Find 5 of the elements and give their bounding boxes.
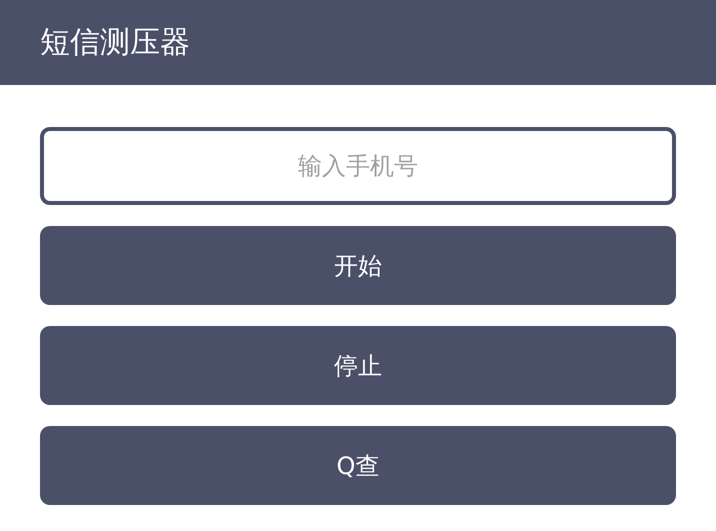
app-title: 短信测压器 xyxy=(40,24,190,62)
action-button[interactable]: 开始 xyxy=(40,226,676,305)
action-button[interactable]: 停止 xyxy=(40,326,676,405)
phone-field[interactable]: 输入手机号 xyxy=(40,127,676,205)
action-button[interactable]: Q查 xyxy=(40,426,676,505)
